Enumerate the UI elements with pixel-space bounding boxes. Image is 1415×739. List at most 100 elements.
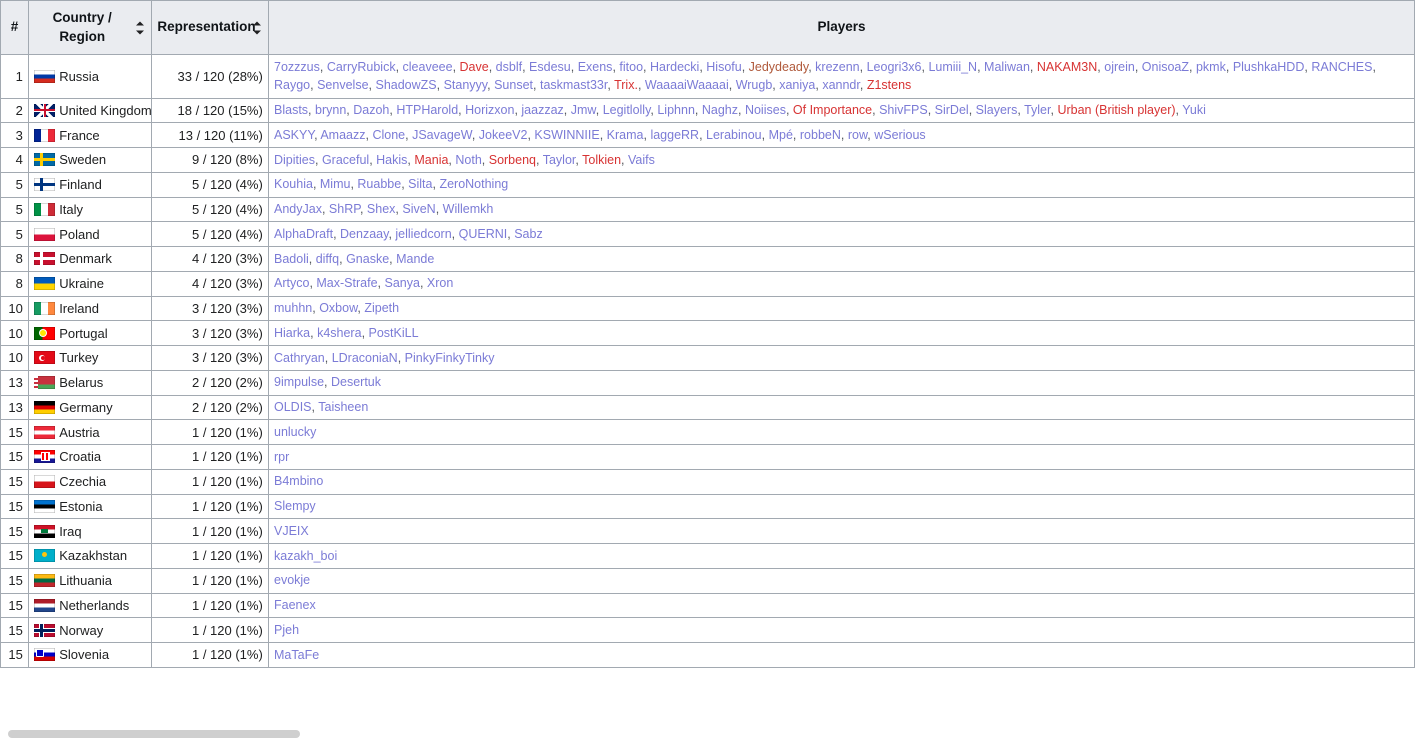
player-link[interactable]: Taisheen	[318, 400, 368, 414]
player-link[interactable]: Denzaay	[340, 227, 388, 241]
player-link[interactable]: ShivFPS	[879, 103, 928, 117]
player-link[interactable]: Raygo	[274, 78, 310, 92]
player-link[interactable]: Pjeh	[274, 623, 299, 637]
player-link[interactable]: 7ozzzus	[274, 60, 320, 74]
player-link[interactable]: muhhn	[274, 301, 312, 315]
player-link[interactable]: Jedydeady	[749, 60, 809, 74]
player-link[interactable]: Clone	[372, 128, 405, 142]
player-link[interactable]: Tyler	[1024, 103, 1050, 117]
player-link[interactable]: LDraconiaN	[332, 351, 398, 365]
player-link[interactable]: Mania	[414, 153, 448, 167]
horizontal-scrollbar-thumb[interactable]	[8, 730, 300, 738]
player-link[interactable]: Zipeth	[364, 301, 399, 315]
player-link[interactable]: SirDel	[935, 103, 969, 117]
player-link[interactable]: RANCHES	[1311, 60, 1372, 74]
player-link[interactable]: krezenn	[815, 60, 859, 74]
player-link[interactable]: Horizxon	[465, 103, 514, 117]
player-link[interactable]: VJEIX	[274, 524, 309, 538]
player-link[interactable]: OLDIS	[274, 400, 312, 414]
player-link[interactable]: Liphnn	[657, 103, 695, 117]
player-link[interactable]: Graceful	[322, 153, 369, 167]
player-link[interactable]: JSavageW	[412, 128, 472, 142]
player-link[interactable]: jaazzaz	[521, 103, 563, 117]
player-link[interactable]: xaniya	[779, 78, 815, 92]
player-link[interactable]: Artyco	[274, 276, 309, 290]
player-link[interactable]: xanndr	[822, 78, 860, 92]
horizontal-scrollbar[interactable]	[0, 727, 1415, 739]
player-link[interactable]: KSWINNIIE	[534, 128, 599, 142]
player-link[interactable]: JokeeV2	[479, 128, 528, 142]
player-link[interactable]: row	[848, 128, 867, 142]
player-link[interactable]: Stanyyy	[444, 78, 488, 92]
player-link[interactable]: Shex	[367, 202, 396, 216]
player-link[interactable]: Slayers	[976, 103, 1018, 117]
player-link[interactable]: Jmw	[571, 103, 596, 117]
player-link[interactable]: Krama	[607, 128, 644, 142]
player-link[interactable]: ASKYY	[274, 128, 314, 142]
player-link[interactable]: SiveN	[402, 202, 435, 216]
player-link[interactable]: Badoli	[274, 252, 309, 266]
player-link[interactable]: Desertuk	[331, 375, 381, 389]
player-link[interactable]: Sorbenq	[489, 153, 536, 167]
player-link[interactable]: Maliwan	[984, 60, 1030, 74]
player-link[interactable]: Cathryan	[274, 351, 325, 365]
player-link[interactable]: QUERNI	[459, 227, 508, 241]
player-link[interactable]: Vaifs	[628, 153, 655, 167]
player-link[interactable]: Kouhia	[274, 177, 313, 191]
player-link[interactable]: Trix.	[614, 78, 638, 92]
player-link[interactable]: Exens	[578, 60, 613, 74]
player-link[interactable]: NAKAM3N	[1037, 60, 1097, 74]
player-link[interactable]: PostKiLL	[369, 326, 419, 340]
player-link[interactable]: MaTaFe	[274, 648, 319, 662]
player-link[interactable]: Hisofu	[706, 60, 741, 74]
player-link[interactable]: Mimu	[320, 177, 351, 191]
player-link[interactable]: Senvelse	[317, 78, 368, 92]
player-link[interactable]: Oxbow	[319, 301, 357, 315]
player-link[interactable]: Lumiii_N	[928, 60, 977, 74]
player-link[interactable]: Slempy	[274, 499, 316, 513]
player-link[interactable]: Ruabbe	[357, 177, 401, 191]
player-link[interactable]: Noiises	[745, 103, 786, 117]
player-link[interactable]: Dazoh	[353, 103, 389, 117]
player-link[interactable]: wSerious	[874, 128, 925, 142]
player-link[interactable]: pkmk	[1196, 60, 1226, 74]
player-link[interactable]: Mande	[396, 252, 434, 266]
player-link[interactable]: brynn	[315, 103, 346, 117]
player-link[interactable]: Legitlolly	[603, 103, 651, 117]
sort-updown-icon[interactable]	[135, 21, 146, 34]
player-link[interactable]: robbeN	[800, 128, 841, 142]
player-link[interactable]: PinkyFinkyTinky	[405, 351, 495, 365]
player-link[interactable]: PlushkaHDD	[1233, 60, 1305, 74]
player-link[interactable]: k4shera	[317, 326, 361, 340]
player-link[interactable]: Dave	[460, 60, 489, 74]
player-link[interactable]: laggeRR	[650, 128, 699, 142]
player-link[interactable]: Xron	[427, 276, 453, 290]
player-link[interactable]: cleaveee	[403, 60, 453, 74]
player-link[interactable]: Blasts	[274, 103, 308, 117]
player-link[interactable]: diffq	[316, 252, 339, 266]
player-link[interactable]: Hakis	[376, 153, 407, 167]
column-header-country[interactable]: Country / Region	[28, 0, 152, 55]
player-link[interactable]: rpr	[274, 450, 289, 464]
player-link[interactable]: unlucky	[274, 425, 316, 439]
player-link[interactable]: Silta	[408, 177, 432, 191]
player-link[interactable]: jelliedcorn	[395, 227, 451, 241]
player-link[interactable]: Noth	[455, 153, 481, 167]
player-link[interactable]: Max-Strafe	[316, 276, 377, 290]
player-link[interactable]: Wrugb	[736, 78, 773, 92]
player-link[interactable]: Tolkien	[582, 153, 621, 167]
player-link[interactable]: Sunset	[494, 78, 533, 92]
player-link[interactable]: Faenex	[274, 598, 316, 612]
player-link[interactable]: CarryRubick	[327, 60, 396, 74]
column-header-representation[interactable]: Representation	[151, 0, 269, 55]
player-link[interactable]: Amaazz	[320, 128, 365, 142]
player-link[interactable]: ShRP	[329, 202, 360, 216]
player-link[interactable]: HTPHarold	[396, 103, 458, 117]
player-link[interactable]: taskmast33r	[540, 78, 607, 92]
player-link[interactable]: kazakh_boi	[274, 549, 337, 563]
player-link[interactable]: Gnaske	[346, 252, 389, 266]
player-link[interactable]: ojrein	[1104, 60, 1135, 74]
sort-updown-icon[interactable]	[252, 21, 263, 34]
player-link[interactable]: fitoo	[619, 60, 643, 74]
player-link[interactable]: ShadowZS	[375, 78, 436, 92]
